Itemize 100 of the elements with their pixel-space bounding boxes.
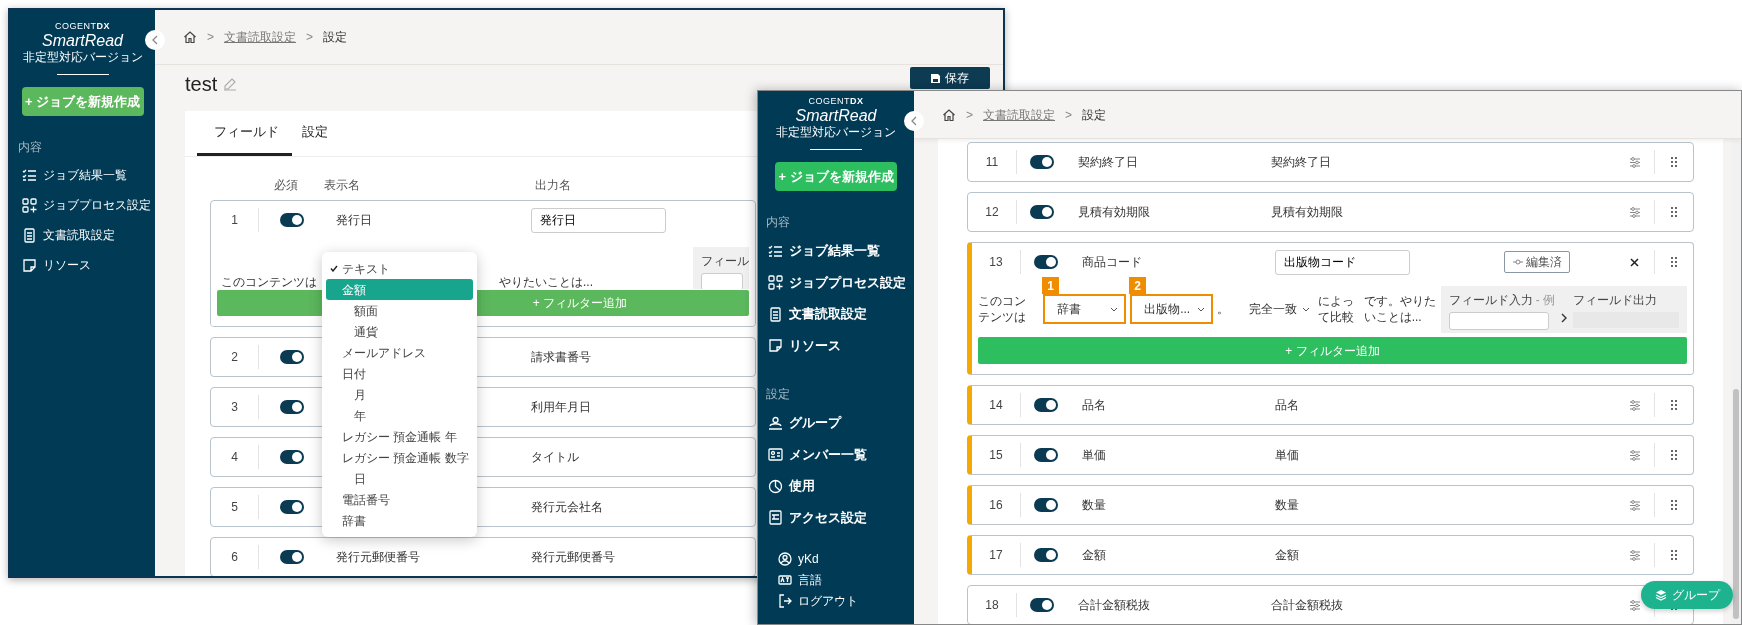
step-badge: 1 [1042, 277, 1060, 294]
access-icon [768, 510, 783, 526]
toggle-switch[interactable] [1034, 448, 1058, 462]
row-number: 2 [231, 349, 238, 366]
sliders-icon[interactable] [1628, 549, 1641, 561]
drag-handle-icon[interactable] [1671, 157, 1677, 167]
breadcrumb-separator: > [1065, 106, 1073, 124]
sidebar-item[interactable]: 文書読取設定 [18, 220, 155, 251]
drag-handle-icon[interactable] [1671, 207, 1677, 217]
tab[interactable]: フィールド [197, 111, 292, 156]
sidebar-item[interactable]: ジョブ結果一覧 [18, 160, 155, 191]
sliders-icon[interactable] [1628, 499, 1641, 511]
edited-button[interactable]: 編集済 [1504, 251, 1570, 273]
collapse-button[interactable] [904, 111, 924, 131]
toggle-switch[interactable] [1034, 398, 1058, 412]
menu-item[interactable]: 日 [326, 468, 473, 489]
close-icon[interactable] [1630, 257, 1639, 267]
toggle-switch[interactable] [1034, 255, 1058, 269]
toggle-switch[interactable] [280, 213, 304, 227]
save-button[interactable]: 保存 [910, 67, 990, 89]
toggle-switch[interactable] [1030, 155, 1054, 169]
drag-handle-icon[interactable] [1671, 550, 1677, 560]
logout-icon [778, 594, 792, 608]
filter-sentence: このコンテンツは [978, 292, 1027, 326]
sidebar-item[interactable]: リソース [766, 329, 914, 362]
sidebar-item[interactable]: グループ [766, 407, 914, 439]
menu-item[interactable]: 電話番号 [326, 489, 473, 510]
collapse-button[interactable] [145, 30, 165, 50]
sidebar-item[interactable]: アクセス設定 [766, 501, 914, 534]
menu-item[interactable]: 辞書 [326, 510, 473, 531]
row-number: 13 [989, 254, 1003, 271]
chevron-icon [1561, 312, 1568, 323]
toggle-switch[interactable] [280, 350, 304, 364]
grid-icon [768, 275, 783, 291]
toggle-switch[interactable] [1030, 598, 1054, 612]
sliders-icon[interactable] [1628, 206, 1641, 218]
sliders-icon[interactable] [1628, 156, 1641, 168]
menu-item[interactable]: 通貨 [326, 321, 473, 342]
pie-chart-icon [768, 478, 783, 494]
field-input-label: フィール [701, 254, 749, 268]
sliders-icon[interactable] [1628, 599, 1641, 611]
display-name: 発行元郵便番号 [336, 550, 420, 564]
drag-handle-icon[interactable] [1671, 400, 1677, 410]
tab[interactable]: 設定 [292, 111, 338, 156]
dropdown-select[interactable]: 出版物... [1130, 294, 1214, 324]
sidebar-item[interactable]: リソース [18, 250, 155, 281]
toggle-switch[interactable] [280, 450, 304, 464]
sliders-icon[interactable] [1628, 449, 1641, 461]
field-input[interactable] [1448, 311, 1549, 330]
output-name: 発行元郵便番号 [531, 550, 615, 564]
sidebar-item[interactable]: メンバー一覧 [766, 438, 914, 471]
field-input[interactable] [701, 273, 743, 289]
toggle-switch[interactable] [1034, 548, 1058, 562]
menu-item[interactable]: メールアドレス [326, 342, 473, 363]
drag-handle-icon[interactable] [1671, 257, 1677, 267]
sliders-icon[interactable] [1628, 399, 1641, 411]
drag-handle-icon[interactable] [1671, 450, 1677, 460]
toggle-switch[interactable] [1034, 498, 1058, 512]
toggle-switch[interactable] [1030, 205, 1054, 219]
brand-logo: SmartRead [795, 106, 877, 126]
home-icon[interactable] [942, 107, 956, 122]
output-name-field[interactable]: 出版物コード [1275, 249, 1410, 275]
toggle-switch[interactable] [280, 550, 304, 564]
row-number: 1 [231, 212, 238, 229]
drag-handle-icon[interactable] [1671, 500, 1677, 510]
menu-item[interactable]: レガシー 預金通帳 数字 [326, 447, 473, 468]
dropdown-select[interactable]: 辞書 [1043, 294, 1127, 324]
filter-sentence: です。やりたいことは... [1363, 292, 1437, 326]
toggle-switch[interactable] [280, 400, 304, 414]
menu-item[interactable]: 日付 [326, 363, 473, 384]
row-number: 18 [985, 597, 999, 614]
row-number: 17 [989, 547, 1003, 564]
menu-item[interactable]: レガシー 預金通帳 年 [326, 426, 473, 447]
grid-icon [22, 197, 37, 213]
menu-item[interactable]: 月 [326, 384, 473, 405]
output-name-field[interactable]: 発行日 [531, 207, 666, 233]
filter-sentence: このコンテンツは [221, 273, 317, 290]
menu-item[interactable]: 年 [326, 405, 473, 426]
menu-item[interactable]: テキスト [326, 258, 473, 279]
sidebar-item[interactable]: ジョブプロセス設定 [766, 266, 914, 299]
breadcrumb-separator: > [207, 29, 214, 46]
sidebar-footer-item[interactable]: ログアウト [778, 592, 914, 610]
list-icon [768, 243, 783, 259]
scrollbar[interactable] [1731, 139, 1741, 624]
breadcrumb-link[interactable]: 文書読取設定 [224, 28, 296, 46]
breadcrumb-link[interactable]: 文書読取設定 [983, 105, 1055, 124]
row-number: 12 [985, 204, 999, 221]
sidebar-item[interactable]: 文書読取設定 [766, 298, 914, 330]
output-name: 利用年月日 [531, 400, 591, 414]
chevron-icon [910, 116, 918, 126]
output-name: 請求書番号 [531, 350, 591, 364]
home-icon[interactable] [183, 30, 197, 44]
sidebar-footer-item[interactable]: 言語 [778, 571, 914, 589]
brand-maker: COGENTDX [808, 97, 864, 106]
sidebar-item[interactable]: 使用 [766, 470, 914, 502]
sidebar-item[interactable]: ジョブプロセス設定 [18, 190, 155, 221]
column-header: 出力名 [535, 177, 572, 194]
sidebar-footer-item[interactable]: yKd [778, 550, 914, 568]
toggle-switch[interactable] [280, 500, 304, 514]
sidebar-item[interactable]: ジョブ結果一覧 [766, 235, 914, 267]
